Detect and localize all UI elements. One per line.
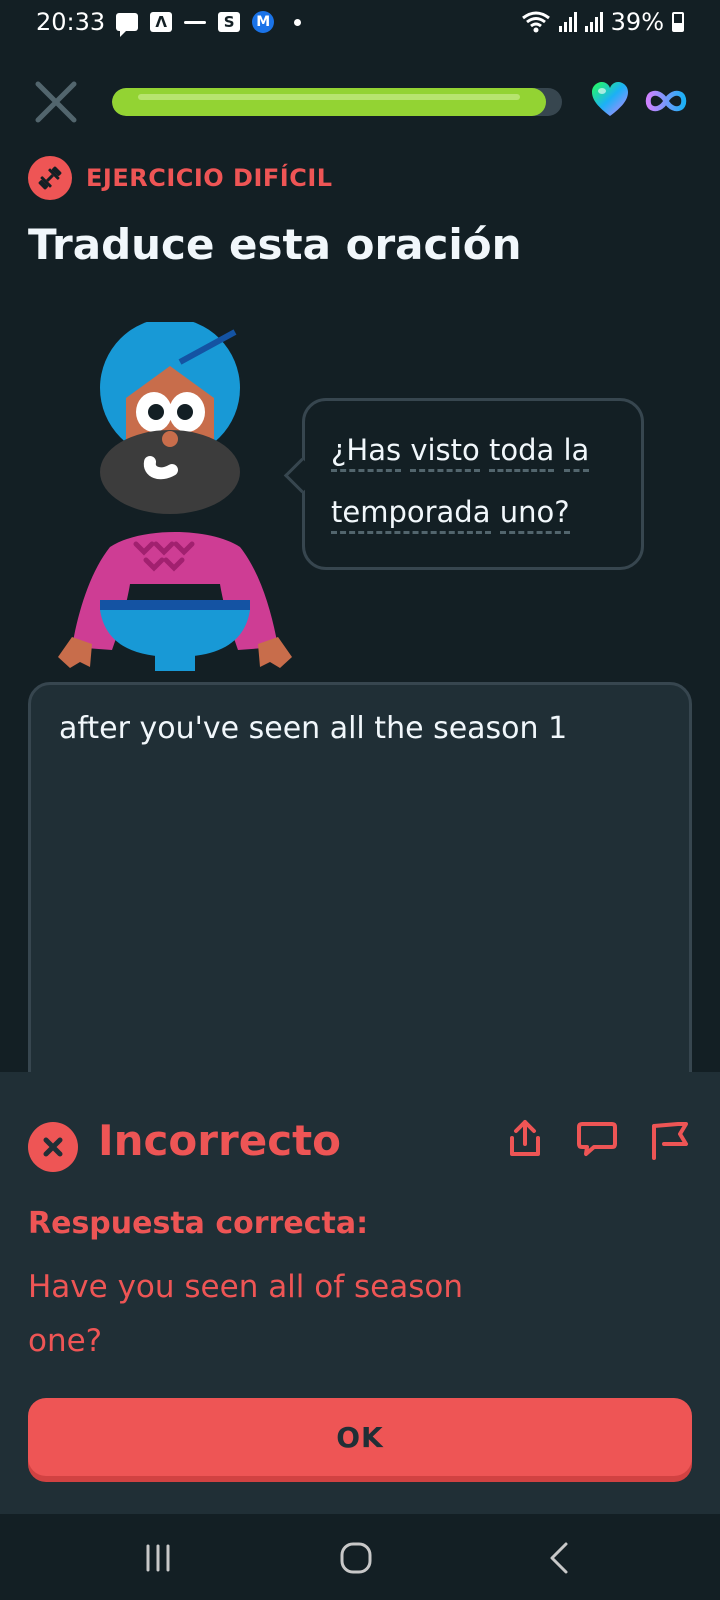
- signal-icon-2: [584, 12, 603, 32]
- answer-text: after you've seen all the season 1: [59, 711, 568, 746]
- recent-apps-icon[interactable]: [138, 1538, 178, 1578]
- progress-fill: [112, 88, 547, 116]
- share-icon[interactable]: [504, 1118, 546, 1160]
- dot-icon: [285, 11, 309, 33]
- prompt-word[interactable]: uno?: [499, 495, 570, 534]
- correct-answer-label: Respuesta correcta:: [28, 1206, 369, 1241]
- correct-answer-text: Have you seen all of season one?: [28, 1269, 463, 1359]
- infinity-icon: [645, 90, 687, 112]
- comment-icon[interactable]: [576, 1118, 618, 1160]
- status-right: 39%: [521, 8, 684, 36]
- news-icon: [183, 11, 207, 33]
- character-illustration: [58, 322, 292, 671]
- error-icon: [28, 1122, 78, 1172]
- status-left: 20:33 Λ S M: [36, 8, 309, 37]
- prompt-word[interactable]: visto: [410, 433, 480, 472]
- ok-button[interactable]: OK: [28, 1398, 692, 1476]
- chat-icon: [115, 11, 139, 37]
- navigation-bar: [0, 1516, 720, 1600]
- prompt-word[interactable]: toda: [488, 433, 555, 472]
- close-icon[interactable]: [34, 80, 78, 124]
- lesson-header: [0, 74, 720, 128]
- dumbbell-icon: [28, 156, 72, 200]
- answer-input[interactable]: after you've seen all the season 1: [28, 682, 692, 1102]
- hard-exercise-label: EJERCICIO DIFÍCIL: [86, 164, 333, 192]
- status-bar: 20:33 Λ S M 39%: [0, 0, 720, 46]
- prompt-word[interactable]: temporada: [331, 495, 491, 534]
- battery-percent: 39%: [610, 8, 664, 36]
- a-app-icon: Λ: [149, 11, 173, 33]
- report-flag-icon[interactable]: [648, 1118, 690, 1160]
- prompt-word[interactable]: la: [563, 433, 590, 472]
- feedback-panel: Incorrecto Respuesta correcta: Have you …: [0, 1072, 720, 1514]
- back-icon[interactable]: [540, 1538, 580, 1578]
- m-app-icon: M: [251, 11, 275, 33]
- prompt-word[interactable]: ¿Has: [331, 433, 402, 472]
- prompt-sentence: ¿Has visto toda la temporada uno?: [331, 419, 631, 543]
- feedback-actions: [504, 1118, 690, 1160]
- signal-icon: [558, 12, 577, 32]
- feedback-title: Incorrecto: [98, 1116, 342, 1165]
- home-icon[interactable]: [336, 1538, 376, 1578]
- wifi-icon: [521, 11, 550, 33]
- status-time: 20:33: [36, 8, 106, 36]
- progress-bar: [112, 88, 562, 116]
- s-app-icon: S: [217, 11, 241, 33]
- battery-icon: [672, 12, 684, 32]
- heart-icon[interactable]: [590, 80, 630, 120]
- hard-exercise-badge: EJERCICIO DIFÍCIL: [28, 156, 333, 200]
- speech-bubble: ¿Has visto toda la temporada uno?: [283, 398, 644, 570]
- exercise-title: Traduce esta oración: [28, 220, 522, 269]
